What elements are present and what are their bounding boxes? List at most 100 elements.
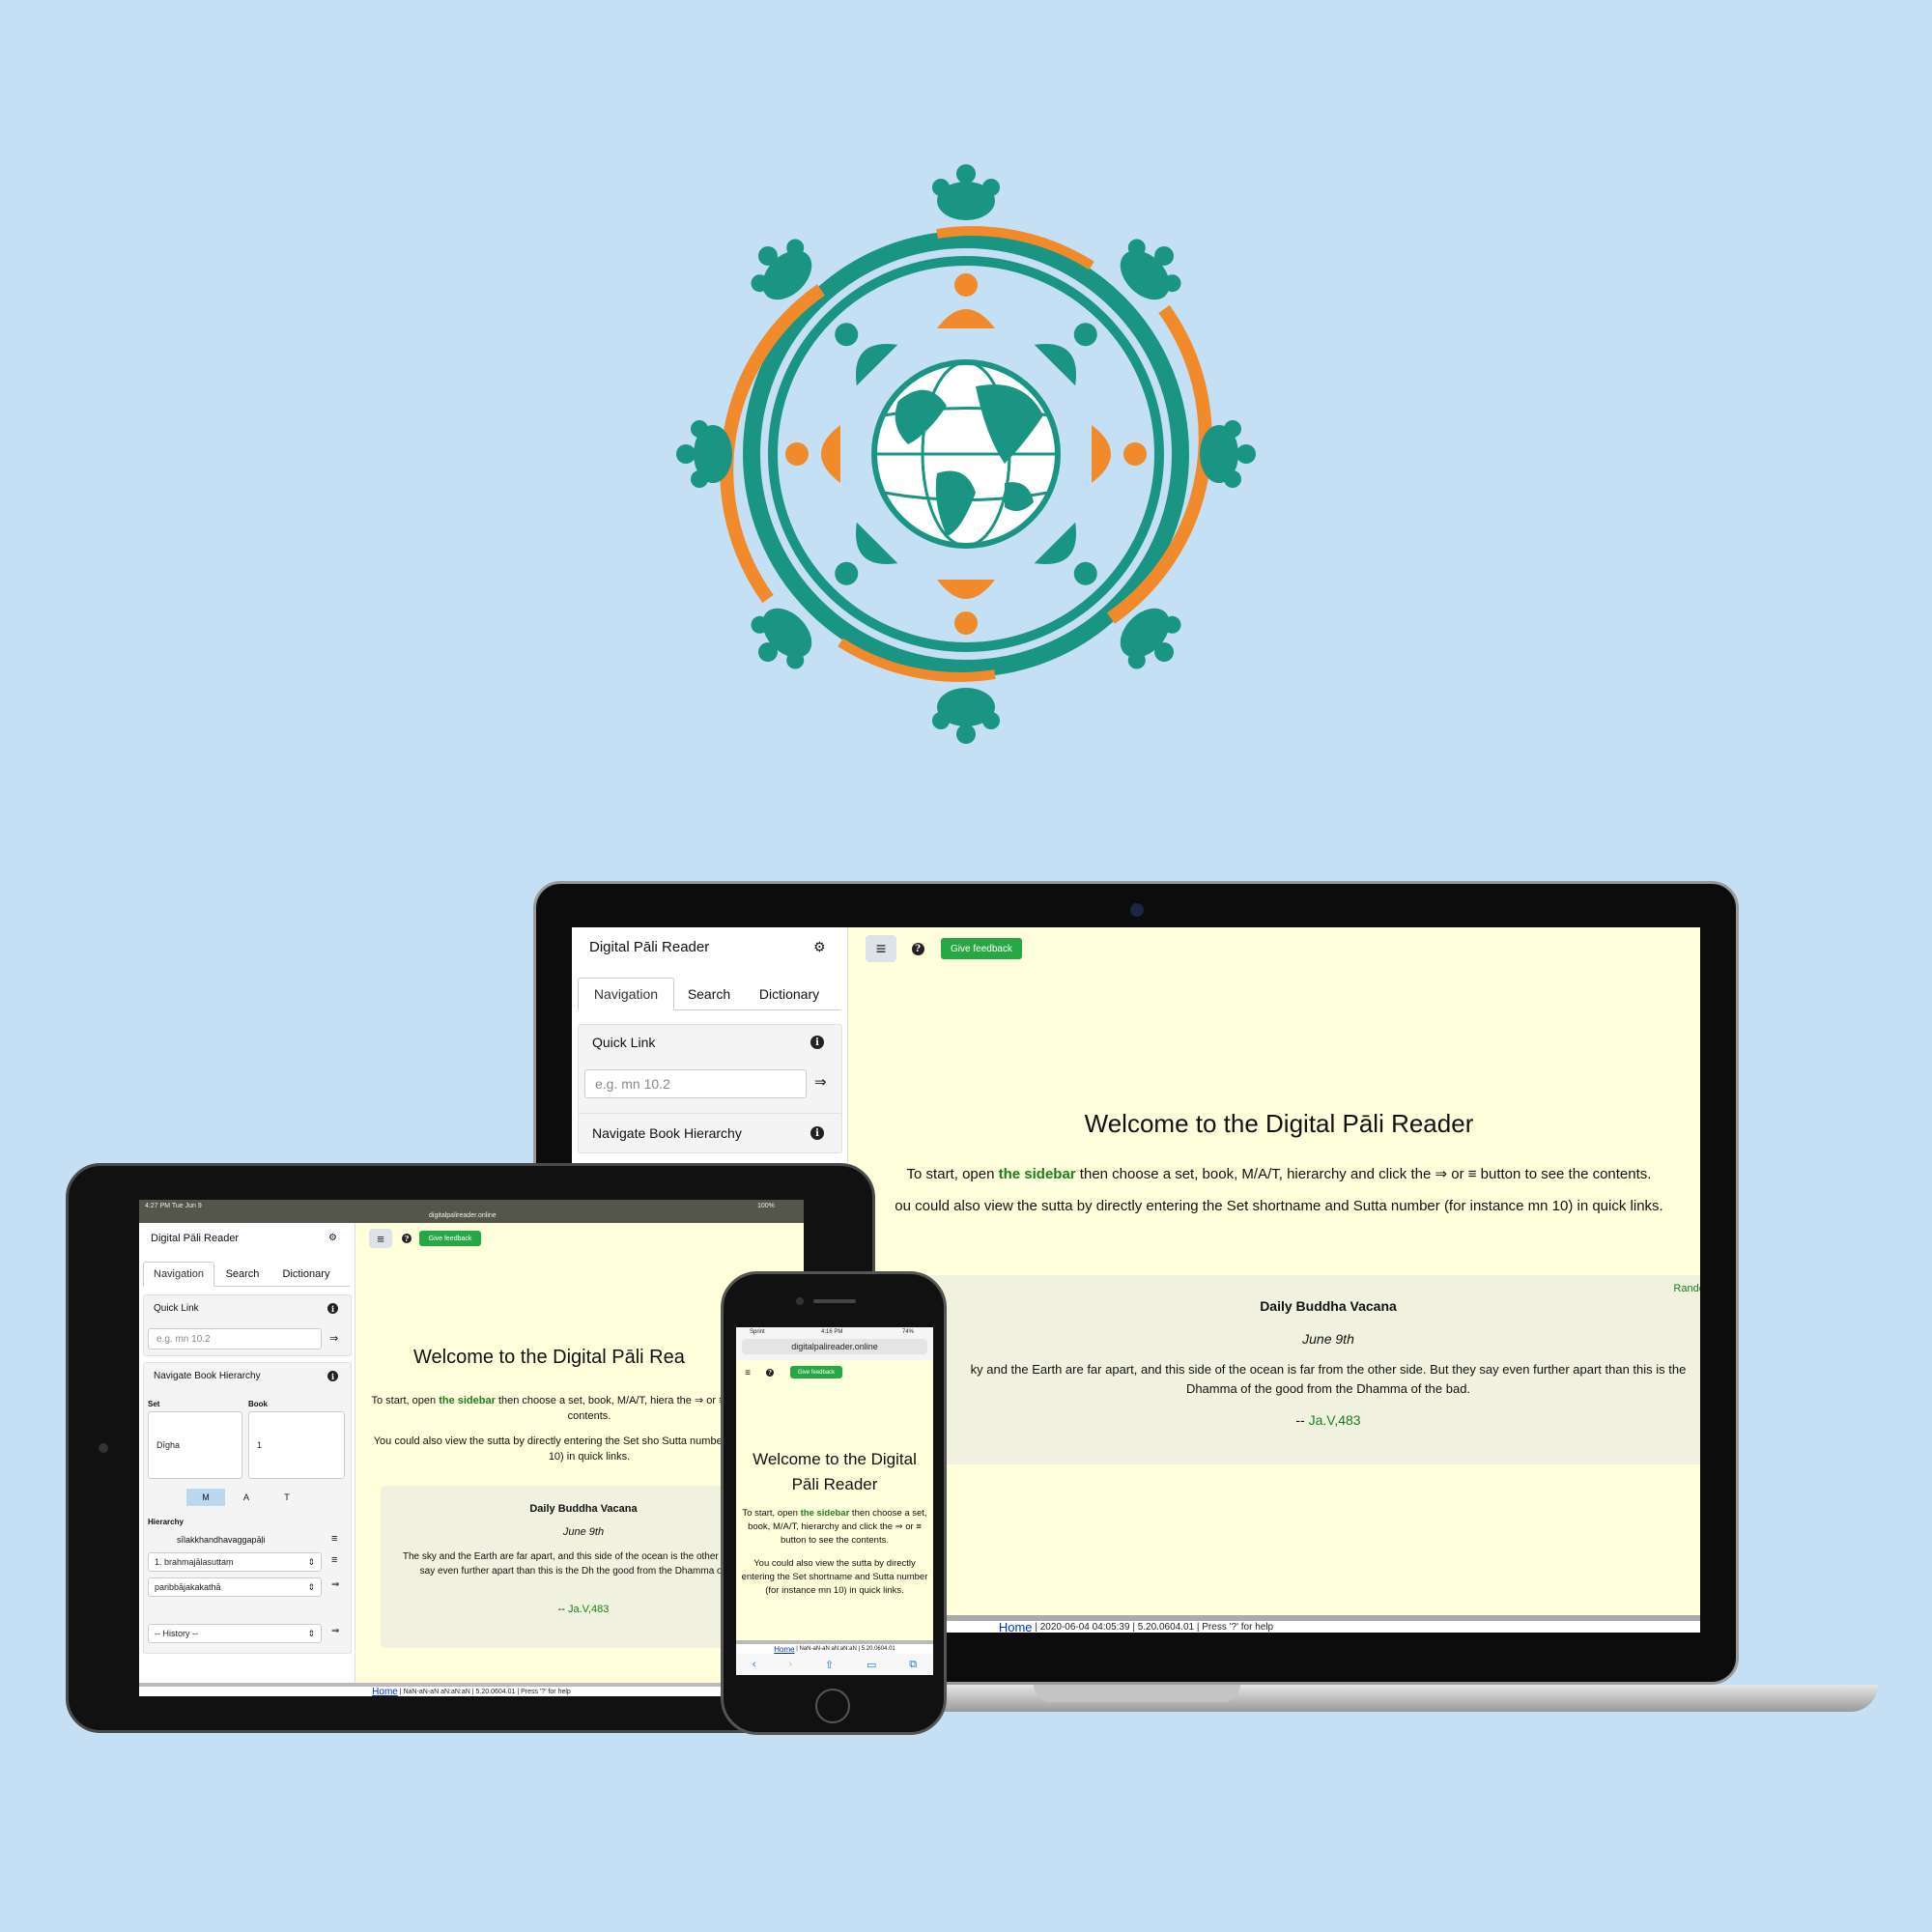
tablet-camera <box>99 1443 108 1453</box>
laptop-camera <box>1130 903 1144 917</box>
welcome-heading: Welcome to the Digital Pāli Rea <box>413 1347 685 1368</box>
welcome-heading: Welcome to the Digital Pāli Reader <box>1084 1109 1474 1138</box>
phone-os-bar: Sprint 4:16 PM 74% digitalpalireader.onl… <box>736 1327 933 1360</box>
quick-link-go-button[interactable]: ⇒ <box>329 1332 338 1345</box>
back-icon[interactable]: ‹ <box>753 1659 756 1670</box>
navigate-panel: Navigate Book Hierarchy i <box>578 1113 842 1153</box>
navigate-panel: Navigate Book Hierarchy i Set Book Dīgha… <box>143 1362 352 1654</box>
mat-toggle: M A T <box>186 1489 312 1506</box>
navigate-label: Navigate Book Hierarchy <box>154 1371 261 1381</box>
home-link[interactable]: Home <box>774 1645 794 1654</box>
menu-button[interactable]: ≡ <box>866 935 896 962</box>
book-select[interactable]: 1 <box>248 1411 345 1479</box>
hierarchy-label: Hierarchy <box>148 1518 184 1526</box>
help-button[interactable]: ? <box>763 1366 777 1379</box>
hierarchy-select-2[interactable]: paribbājakakathā ⇕ <box>148 1577 322 1597</box>
tablet-url: digitalpalireader.online <box>429 1212 497 1219</box>
sidebar-link[interactable]: the sidebar <box>801 1508 850 1519</box>
question-icon: ? <box>402 1234 412 1243</box>
dpr-logo <box>676 164 1256 744</box>
mat-t-button[interactable]: T <box>268 1489 306 1506</box>
app-title: Digital Pāli Reader <box>589 939 710 955</box>
welcome-paragraph-1: To start, open the sidebar then choose a… <box>906 1166 1652 1182</box>
quick-link-label: Quick Link <box>154 1303 199 1314</box>
sidebar-tabs: Navigation Search Dictionary <box>143 1262 350 1287</box>
vacana-source: -- Ja.V,483 <box>1295 1412 1361 1428</box>
sidebar-link[interactable]: the sidebar <box>439 1395 496 1406</box>
info-icon[interactable]: i <box>327 1371 338 1381</box>
info-icon[interactable]: i <box>327 1303 338 1314</box>
navigate-label: Navigate Book Hierarchy <box>592 1125 742 1141</box>
tablet-sidebar: Digital Pāli Reader ⚙ Navigation Search … <box>139 1223 355 1696</box>
welcome-paragraph-1: To start, open the sidebar then choose a… <box>742 1508 927 1546</box>
hierarchy-select-1[interactable]: 1. brahmajālasuttaṃ ⇕ <box>148 1552 322 1572</box>
tabs-icon[interactable]: ⧉ <box>909 1659 917 1671</box>
gear-icon[interactable]: ⚙ <box>328 1233 337 1243</box>
hierarchy-item-0[interactable]: sīlakkhandhavaggapāḷi <box>177 1535 266 1545</box>
tab-navigation[interactable]: Navigation <box>143 1262 214 1287</box>
tablet-status-bar: Home | NaN-aN-aN aN:aN:aN | 5.20.0604.01… <box>139 1683 804 1696</box>
list-icon[interactable]: ≡ <box>331 1554 337 1566</box>
info-icon[interactable]: i <box>810 1126 824 1140</box>
home-link[interactable]: Home <box>999 1620 1033 1634</box>
give-feedback-button[interactable]: Give feedback <box>790 1366 842 1378</box>
bookmarks-icon[interactable]: ▭ <box>867 1659 876 1671</box>
quick-link-go-button[interactable]: ⇒ <box>814 1073 827 1091</box>
menu-button[interactable]: ≡ <box>740 1366 755 1379</box>
list-icon[interactable]: ≡ <box>331 1533 337 1545</box>
sidebar-link[interactable]: the sidebar <box>999 1166 1076 1182</box>
welcome-heading: Welcome to the Digital Pāli Reader <box>753 1450 917 1493</box>
tablet-os-bar: 4:27 PM Tue Jun 9 digitalpalireader.onli… <box>139 1200 804 1223</box>
share-icon[interactable]: ⇧ <box>825 1659 834 1671</box>
mat-m-button[interactable]: M <box>186 1489 225 1506</box>
book-label: Book <box>248 1400 268 1408</box>
menu-button[interactable]: ≡ <box>369 1229 392 1248</box>
tab-search[interactable]: Search <box>214 1262 270 1286</box>
help-button[interactable]: ? <box>398 1230 415 1247</box>
vacana-source-link[interactable]: Ja.V,483 <box>1309 1412 1361 1428</box>
vacana-date: June 9th <box>1302 1331 1354 1347</box>
quick-link-input[interactable]: e.g. mn 10.2 <box>148 1328 322 1350</box>
history-go-icon[interactable]: ⇒ <box>331 1626 339 1636</box>
go-arrow-icon[interactable]: ⇒ <box>331 1579 339 1590</box>
welcome-paragraph-2: You could also view the sutta by directl… <box>741 1558 928 1596</box>
random-link[interactable]: Random <box>1673 1283 1700 1294</box>
phone-screen: Sprint 4:16 PM 74% digitalpalireader.onl… <box>736 1327 933 1675</box>
phone-main: ≡ ? Give feedback Welcome to the Digital… <box>736 1360 933 1640</box>
help-button[interactable]: ? <box>906 937 929 960</box>
laptop-notch <box>1034 1685 1240 1702</box>
give-feedback-button[interactable]: Give feedback <box>419 1231 481 1246</box>
quick-link-input[interactable]: e.g. mn 10.2 <box>584 1069 807 1098</box>
chevron-updown-icon: ⇕ <box>307 1628 315 1638</box>
info-icon[interactable]: i <box>810 1036 824 1049</box>
daily-vacana-card: Random Daily Buddha Vacana June 9th ky a… <box>920 1275 1700 1464</box>
phone-battery: 74% <box>902 1329 915 1335</box>
quick-link-panel: Quick Link i e.g. mn 10.2 ⇒ <box>143 1294 352 1356</box>
sidebar-tabs: Navigation Search Dictionary <box>578 978 840 1010</box>
welcome-paragraph-2: ou could also view the sutta by directly… <box>895 1198 1663 1214</box>
tab-search[interactable]: Search <box>674 978 744 1009</box>
quick-link-label: Quick Link <box>592 1035 656 1050</box>
laptop-main: ≡ ? Give feedback Welcome to the Digital… <box>858 927 1700 1633</box>
chevron-updown-icon: ⇕ <box>307 1581 315 1592</box>
phone-camera <box>796 1297 804 1305</box>
phone-home-button[interactable] <box>815 1689 850 1723</box>
phone-status-bar: Home | NaN-aN-aN aN:aN:aN | 5.20.0604.01 <box>736 1640 933 1654</box>
give-feedback-button[interactable]: Give feedback <box>941 938 1022 959</box>
tab-dictionary[interactable]: Dictionary <box>270 1262 342 1286</box>
tablet-time: 4:27 PM Tue Jun 9 <box>145 1203 202 1209</box>
home-link[interactable]: Home <box>372 1687 398 1697</box>
set-select[interactable]: Dīgha <box>148 1411 242 1479</box>
phone-carrier: Sprint <box>750 1329 765 1335</box>
vacana-source-link[interactable]: Ja.V,483 <box>568 1604 609 1615</box>
phone-speaker <box>813 1299 856 1303</box>
tab-dictionary[interactable]: Dictionary <box>744 978 835 1009</box>
tab-navigation[interactable]: Navigation <box>578 978 674 1010</box>
gear-icon[interactable]: ⚙ <box>813 939 826 955</box>
history-select[interactable]: -- History -- ⇕ <box>148 1624 322 1643</box>
mat-a-button[interactable]: A <box>225 1489 268 1506</box>
question-icon: ? <box>766 1369 774 1377</box>
question-icon: ? <box>911 942 924 955</box>
forward-icon[interactable]: › <box>788 1659 792 1670</box>
phone-url-bar[interactable]: digitalpalireader.online <box>742 1339 927 1354</box>
